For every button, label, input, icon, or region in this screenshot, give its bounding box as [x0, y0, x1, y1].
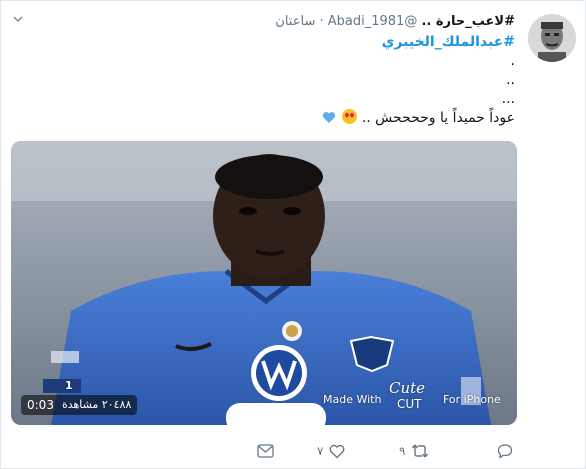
text-line: . — [510, 53, 515, 69]
reply-icon — [497, 444, 513, 459]
tweet-timestamp[interactable]: ساعتان — [275, 14, 315, 29]
author-handle[interactable]: @Abadi_1981 — [328, 14, 418, 29]
like-button[interactable]: ٧ — [317, 441, 345, 461]
view-count: ٢٠٤٨٨ مشاهدة — [61, 398, 132, 411]
text-line: .. — [506, 72, 515, 88]
separator-dot: · — [319, 14, 324, 29]
video-player[interactable]: Made With Cute CUT For iPhone 1 0:03 ٢٠٤… — [11, 141, 517, 425]
retweet-button[interactable]: ٩ — [399, 441, 429, 461]
heart-eyes-emoji — [342, 109, 358, 124]
hashtag-link[interactable]: #عبدالملك_الخيبري — [25, 33, 515, 52]
avatar[interactable] — [528, 14, 576, 62]
tweet-text: #عبدالملك_الخيبري . .. ... عوداً حميداً … — [25, 33, 515, 128]
author-name[interactable]: #لاعب_حارة .. — [421, 14, 515, 29]
watermark-text: Made With — [323, 393, 382, 406]
video-frame — [11, 141, 517, 425]
reply-button[interactable] — [497, 441, 519, 461]
retweet-icon — [412, 444, 429, 458]
retweet-count: ٩ — [399, 444, 406, 458]
message-button[interactable] — [257, 441, 274, 461]
tweet-actions: ٩ ٧ — [1, 441, 586, 461]
like-icon — [330, 444, 345, 458]
watermark-text: For iPhone — [443, 393, 501, 406]
message-text: عوداً حميداً يا وححححش .. — [361, 110, 515, 126]
watermark-text: Cute — [389, 379, 426, 397]
blue-heart-emoji — [322, 111, 336, 124]
tweet-header: #لاعب_حارة .. @Abadi_1981 · ساعتان — [275, 13, 515, 31]
watermark-text: CUT — [397, 397, 422, 411]
video-duration: 0:03 — [27, 398, 54, 412]
video-badge: 0:03 ٢٠٤٨٨ مشاهدة — [21, 395, 138, 415]
message-icon — [257, 444, 274, 458]
text-line: ... — [501, 91, 515, 107]
chevron-down-icon[interactable] — [11, 13, 25, 27]
jersey-number: 1 — [65, 379, 73, 392]
like-count: ٧ — [317, 444, 324, 458]
tweet-card[interactable]: #لاعب_حارة .. @Abadi_1981 · ساعتان #عبدا… — [0, 0, 586, 469]
message-line: عوداً حميداً يا وححححش .. — [25, 109, 515, 128]
